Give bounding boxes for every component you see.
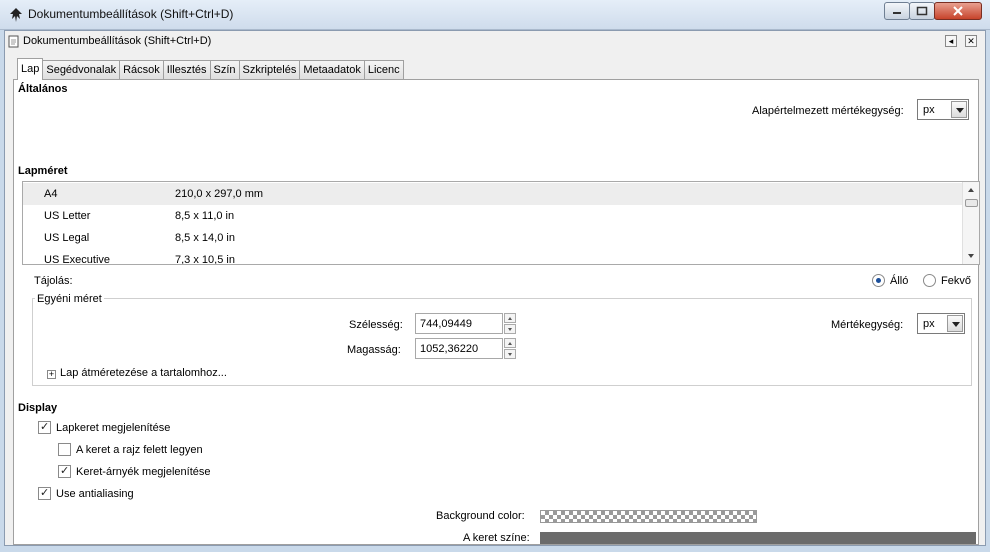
landscape-radio[interactable]: [923, 274, 936, 287]
default-units-select[interactable]: px: [917, 99, 969, 120]
height-label: Magasság:: [347, 344, 401, 356]
chevron-down-icon: [947, 315, 963, 332]
tab-license[interactable]: Licenc: [363, 60, 404, 80]
portrait-radio[interactable]: [872, 274, 885, 287]
portrait-label: Álló: [890, 275, 909, 287]
page-size-list[interactable]: A4 210,0 x 297,0 mm US Letter 8,5 x 11,0…: [22, 181, 980, 265]
height-stepper[interactable]: [504, 338, 516, 359]
background-color-button[interactable]: [540, 510, 757, 523]
list-item[interactable]: A4 210,0 x 297,0 mm: [23, 183, 963, 205]
show-border-checkbox[interactable]: [38, 420, 51, 434]
decrement-icon[interactable]: [504, 324, 516, 334]
dock-title: Dokumentumbeállítások (Shift+Ctrl+D): [23, 35, 212, 47]
list-item-name: A4: [44, 188, 58, 200]
display-heading: Display: [18, 402, 58, 414]
tab-snap[interactable]: Illesztés: [162, 60, 211, 80]
increment-icon[interactable]: [504, 338, 516, 348]
tab-color[interactable]: Szín: [209, 60, 240, 80]
page-tab-panel: Általános Alapértelmezett mértékegység: …: [13, 79, 980, 545]
increment-icon[interactable]: [504, 313, 516, 323]
expander-icon[interactable]: +: [47, 370, 56, 379]
show-shadow-label: Keret-árnyék megjelenítése: [76, 466, 211, 478]
maximize-icon: [916, 6, 928, 16]
custom-size-legend: Egyéni méret: [35, 293, 104, 305]
inkscape-logo-icon: [10, 8, 22, 22]
tab-bar: Lap Segédvonalak Rácsok Illesztés Szín S…: [17, 58, 404, 80]
page-size-scrollbar[interactable]: [962, 182, 979, 264]
page-size-heading: Lapméret: [18, 165, 68, 177]
border-color-label: A keret színe:: [463, 532, 530, 544]
tab-scripting[interactable]: Szkriptelés: [238, 60, 301, 80]
dock-collapse-button[interactable]: ◂: [945, 35, 957, 47]
default-units-value: px: [923, 104, 935, 116]
decrement-icon[interactable]: [504, 349, 516, 359]
collapse-icon: ◂: [948, 36, 954, 46]
custom-units-select[interactable]: px: [917, 313, 965, 334]
dialog-client: Dokumentumbeállítások (Shift+Ctrl+D) ◂ ✕…: [4, 30, 986, 546]
close-icon: ✕: [967, 36, 975, 46]
resize-to-content-expander[interactable]: Lap átméretezése a tartalomhoz...: [60, 367, 227, 379]
list-item-name: US Legal: [44, 232, 90, 244]
window-title: Dokumentumbeállítások (Shift+Ctrl+D): [28, 7, 234, 21]
custom-units-value: px: [923, 318, 935, 330]
border-color-button[interactable]: [540, 532, 976, 544]
dock-header: Dokumentumbeállítások (Shift+Ctrl+D) ◂ ✕: [5, 31, 985, 53]
antialias-checkbox[interactable]: [38, 486, 51, 500]
show-shadow-checkbox[interactable]: [58, 464, 71, 478]
minimize-button[interactable]: [884, 2, 910, 20]
width-stepper[interactable]: [504, 313, 516, 334]
width-value: 744,09449: [420, 318, 472, 330]
tab-metadata[interactable]: Metaadatok: [299, 60, 365, 80]
custom-units-label: Mértékegység:: [831, 319, 904, 331]
tab-grids[interactable]: Rácsok: [119, 60, 164, 80]
background-color-label: Background color:: [436, 510, 525, 522]
list-item-name: US Executive: [44, 254, 111, 265]
list-item[interactable]: US Letter 8,5 x 11,0 in: [23, 205, 963, 227]
list-item-name: US Letter: [44, 210, 91, 222]
title-bar: Dokumentumbeállítások (Shift+Ctrl+D): [0, 0, 990, 30]
list-item[interactable]: US Legal 8,5 x 14,0 in: [23, 227, 963, 249]
antialias-label: Use antialiasing: [56, 488, 134, 500]
close-button[interactable]: [934, 2, 982, 20]
maximize-button[interactable]: [909, 2, 935, 20]
tab-page[interactable]: Lap: [17, 58, 44, 80]
close-icon: [953, 6, 963, 16]
list-item-size: 8,5 x 11,0 in: [175, 210, 235, 222]
height-value: 1052,36220: [420, 343, 479, 355]
border-on-top-checkbox[interactable]: [58, 443, 71, 456]
tab-guides[interactable]: Segédvonalak: [42, 60, 121, 80]
border-on-top-label: A keret a rajz felett legyen: [76, 444, 203, 456]
list-item-size: 210,0 x 297,0 mm: [175, 188, 264, 200]
chevron-down-icon: [951, 101, 967, 118]
document-properties-icon: [8, 35, 19, 48]
show-border-label: Lapkeret megjelenítése: [56, 422, 171, 434]
scroll-thumb[interactable]: [965, 199, 978, 207]
orientation-label: Tájolás:: [34, 275, 73, 287]
width-label: Szélesség:: [349, 319, 403, 331]
list-item-size: 7,3 x 10,5 in: [175, 254, 235, 265]
height-field[interactable]: 1052,36220: [415, 338, 503, 359]
general-heading: Általános: [18, 83, 68, 95]
default-units-label: Alapértelmezett mértékegység:: [752, 105, 904, 117]
list-item-size: 8,5 x 14,0 in: [175, 232, 235, 244]
minimize-icon: [893, 12, 901, 14]
scroll-down-icon[interactable]: [968, 254, 974, 258]
width-field[interactable]: 744,09449: [415, 313, 503, 334]
dock-close-button[interactable]: ✕: [965, 35, 977, 47]
scroll-up-icon[interactable]: [968, 188, 974, 192]
landscape-label: Fekvő: [941, 275, 971, 287]
list-item[interactable]: US Executive 7,3 x 10,5 in: [23, 249, 963, 265]
